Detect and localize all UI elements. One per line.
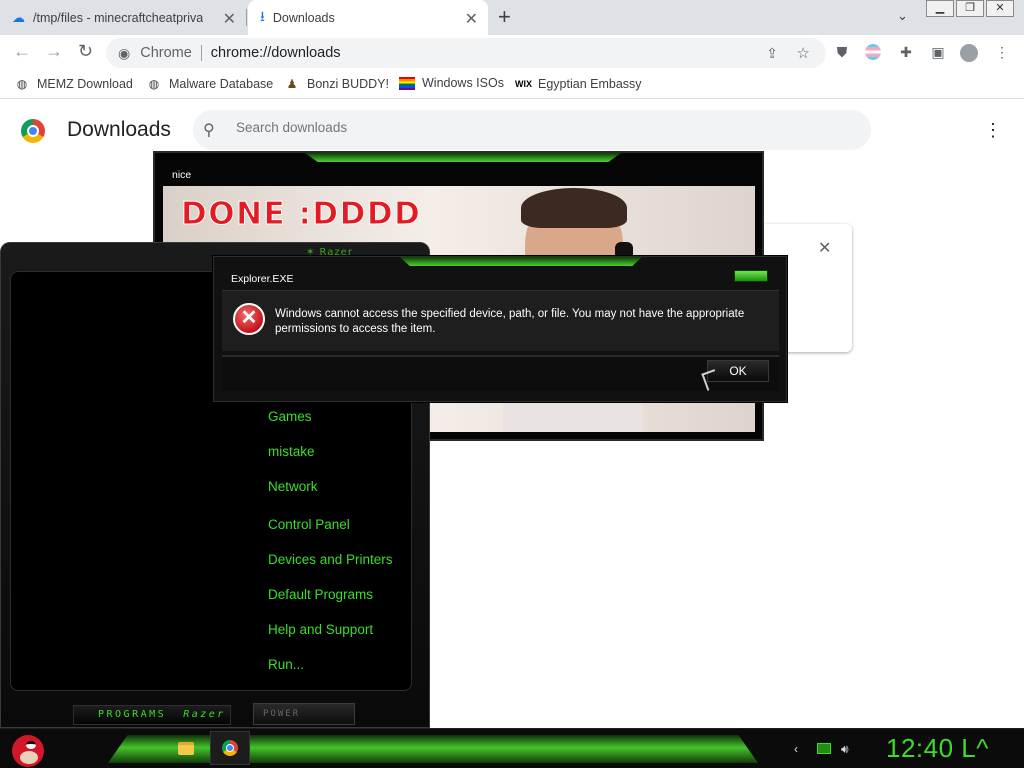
bookmark-memz[interactable]: ◍ MEMZ Download [14, 76, 133, 92]
extension-icon[interactable]: ✚ [897, 44, 915, 62]
url-text: chrome://downloads [210, 45, 341, 61]
menu-item-mistake[interactable]: mistake [268, 444, 315, 459]
volume-icon[interactable]: 🔊︎ [841, 742, 849, 757]
bird-eye [26, 741, 36, 749]
show-hidden-icons-icon[interactable]: ‹ [794, 742, 798, 756]
error-dialog: Explorer.EXE ✕ Windows cannot access the… [213, 256, 787, 402]
person-hair [521, 188, 627, 228]
battery-icon[interactable] [817, 743, 831, 754]
menu-item-help-support[interactable]: Help and Support [268, 622, 373, 637]
title-glow [400, 257, 642, 266]
title-glow [305, 153, 621, 162]
menu-item-control-panel[interactable]: Control Panel [268, 517, 350, 532]
forward-icon[interactable]: → [45, 41, 63, 62]
search-bar[interactable]: ⚲ [193, 110, 871, 150]
folder-icon [178, 741, 194, 755]
share-icon[interactable]: ⇪ [766, 45, 778, 62]
taskbar-clock[interactable]: 12:40 L^ [886, 733, 989, 764]
browser-toolbar: ← → ↻ ◉ Chrome chrome://downloads ⇪ ☆ ⛊ … [0, 35, 1024, 71]
page-title: Downloads [67, 118, 171, 141]
window-controls: ▁ ❐ ✕ [926, 0, 1020, 18]
menu-item-default-programs[interactable]: Default Programs [268, 587, 373, 602]
profile-icon[interactable] [960, 44, 978, 62]
address-bar[interactable]: ◉ Chrome chrome://downloads ⇪ ☆ [106, 38, 826, 68]
rainbow-flag-icon [399, 76, 415, 90]
programs-brand: Razer [183, 709, 226, 720]
side-panel-icon[interactable]: ▣ [929, 44, 947, 62]
download-icon: ⭳ [260, 7, 265, 24]
close-icon[interactable]: ✕ [818, 238, 831, 258]
restore-button[interactable]: ❐ [956, 0, 984, 17]
bookmark-bonzi-buddy[interactable]: ♟ Bonzi BUDDY! [284, 76, 389, 92]
bookmarks-bar: ◍ MEMZ Download ◍ Malware Database ♟ Bon… [0, 71, 1024, 99]
chrome-icon [222, 740, 238, 756]
dialog-close-button[interactable] [734, 270, 768, 282]
plus-icon[interactable]: + [498, 4, 511, 30]
tab-title: Downloads [272, 10, 335, 25]
error-message: Windows cannot access the specified devi… [275, 308, 745, 335]
window-title: nice [172, 169, 192, 181]
bookmark-label: Bonzi BUDDY! [307, 77, 389, 91]
dialog-body: ✕ Windows cannot access the specified de… [222, 290, 779, 351]
search-icon: ⚲ [203, 122, 215, 139]
bookmark-label: Egyptian Embassy [538, 77, 642, 91]
tab-tmp-files[interactable]: ☁ /tmp/files - minecraftcheatprivat ✕ [12, 0, 246, 35]
close-icon[interactable]: ✕ [465, 9, 478, 29]
tab-downloads[interactable]: ⭳ Downloads ✕ [248, 0, 488, 35]
bookmark-label: Malware Database [169, 77, 274, 91]
search-input[interactable] [236, 120, 736, 135]
reload-icon[interactable]: ↻ [78, 41, 93, 62]
chrome-logo-icon [21, 119, 45, 143]
menu-item-games[interactable]: Games [268, 409, 312, 424]
menu-item-devices-printers[interactable]: Devices and Printers [268, 552, 393, 567]
meme-caption: DONE :DDDD [180, 196, 422, 233]
menu-item-run[interactable]: Run... [268, 657, 304, 672]
tab-strip: ☁ /tmp/files - minecraftcheatprivat ✕ ⭳ … [0, 0, 1024, 35]
programs-label: PROGRAMS [98, 709, 167, 720]
dialog-title: Explorer.EXE [231, 273, 294, 285]
taskbar-file-explorer[interactable] [166, 731, 206, 765]
error-icon: ✕ [233, 303, 265, 335]
all-programs-button[interactable]: PROGRAMS Razer [73, 705, 231, 725]
cloud-icon: ☁ [12, 9, 25, 25]
chrome-site-icon: ◉ [118, 44, 131, 61]
star-icon[interactable]: ☆ [797, 44, 810, 62]
bonzi-icon: ♟ [286, 77, 298, 91]
taskbar: ‹ 🔊︎ 12:40 L^ [0, 728, 1024, 768]
tab-title: /tmp/files - minecraftcheatprivat [33, 10, 203, 25]
minimize-button[interactable]: ▁ [926, 0, 954, 17]
bookmark-malware-database[interactable]: ◍ Malware Database [146, 76, 273, 92]
start-button[interactable] [10, 729, 46, 768]
more-vert-icon[interactable]: ⋮ [993, 44, 1011, 62]
globe-icon: ◍ [148, 77, 160, 91]
back-icon[interactable]: ← [13, 41, 31, 62]
divider [200, 45, 202, 61]
menu-item-network[interactable]: Network [268, 479, 318, 494]
globe-icon: ◍ [16, 77, 28, 91]
taskbar-chrome[interactable] [210, 731, 250, 765]
bird-belly [20, 751, 38, 764]
close-window-button[interactable]: ✕ [986, 0, 1014, 17]
wix-icon: WIX [515, 79, 532, 89]
site-chip: Chrome [140, 45, 192, 61]
tab-divider [246, 9, 247, 26]
bookmark-label: Windows ISOs [422, 76, 504, 90]
dialog-footer [222, 355, 779, 391]
power-button[interactable]: POWER [253, 703, 355, 725]
close-icon[interactable]: ✕ [223, 9, 236, 29]
flag-extension-icon[interactable] [865, 44, 883, 62]
bookmark-label: MEMZ Download [37, 77, 133, 91]
more-vert-icon[interactable]: ⋮ [984, 120, 1002, 140]
bookmark-windows-isos[interactable]: Windows ISOs [399, 76, 504, 90]
chevron-down-icon[interactable]: ⌄ [897, 8, 908, 24]
bookmark-egyptian-embassy[interactable]: WIX Egyptian Embassy [515, 76, 642, 92]
ublock-icon[interactable]: ⛊ [833, 44, 851, 62]
